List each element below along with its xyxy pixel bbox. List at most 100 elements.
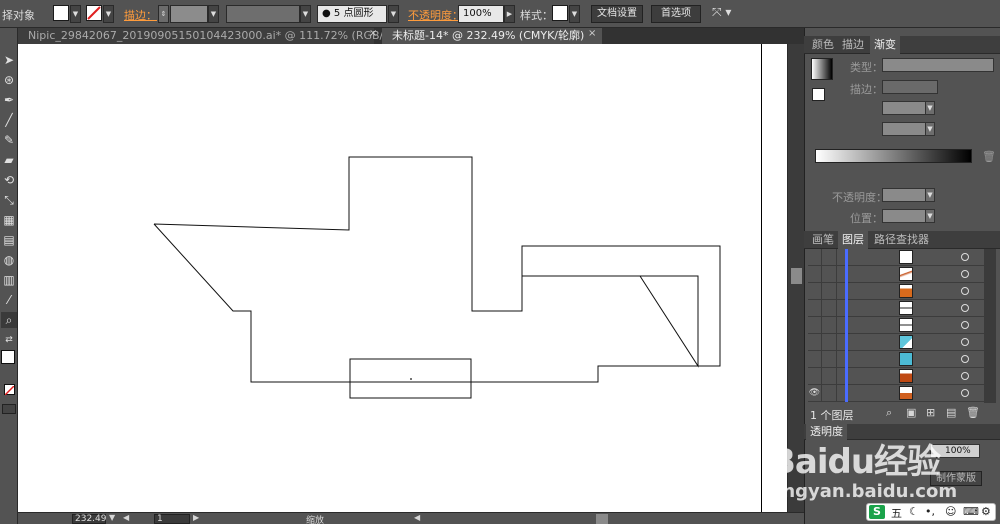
tab-layers[interactable]: 图层 (838, 231, 868, 249)
doc-setup-button[interactable]: 文档设置 (591, 5, 643, 23)
lock-toggle[interactable] (823, 368, 837, 385)
stroke-weight-dropdown[interactable]: ▼ (208, 5, 219, 23)
tab-document-1[interactable]: Nipic_29842067_20190905150104423000.ai* … (18, 28, 410, 44)
eyedropper-tool-icon[interactable]: ⁄ (1, 292, 17, 308)
new-layer-icon[interactable]: ▤ (946, 406, 956, 419)
opacity-dropdown[interactable]: ▶ (504, 5, 515, 23)
close-icon[interactable]: × (588, 28, 596, 39)
transform-icon[interactable]: ⤧ ▾ (712, 5, 731, 20)
layer-row[interactable] (808, 266, 984, 283)
next-page-icon[interactable]: ▶ (193, 513, 199, 522)
stroke-dropdown[interactable]: ▼ (103, 5, 114, 23)
target-icon[interactable] (961, 321, 969, 329)
lock-toggle[interactable] (823, 317, 837, 334)
scroll-left-icon[interactable]: ◀ (414, 513, 420, 522)
target-icon[interactable] (961, 389, 969, 397)
canvas-scroll-thumb[interactable] (791, 268, 802, 284)
gradient-preview[interactable] (811, 58, 833, 80)
tab-gradient[interactable]: 渐变 (870, 36, 900, 54)
brush-dropdown[interactable]: ▼ (388, 5, 399, 23)
tab-stroke[interactable]: 描边 (838, 36, 868, 54)
brush-definition[interactable]: ● 5 点圆形 (317, 5, 387, 23)
stroke-swatch[interactable] (86, 5, 102, 21)
target-icon[interactable] (961, 253, 969, 261)
ime-mode[interactable]: 五 (891, 505, 902, 521)
layer-row[interactable]: 👁 (808, 385, 984, 402)
graph-tool-icon[interactable]: ▦ (1, 212, 17, 228)
layer-row[interactable] (808, 334, 984, 351)
close-icon[interactable]: × (369, 28, 377, 39)
stroke-weight-field[interactable] (170, 5, 208, 23)
scale-tool-icon[interactable]: ⤡ (1, 192, 17, 208)
punctuation-icon[interactable]: •, (925, 505, 935, 518)
eye-icon[interactable] (808, 351, 822, 368)
fill-swatch[interactable] (53, 5, 69, 21)
delete-layer-icon[interactable]: 🗑 (966, 406, 980, 419)
pen-tool-icon[interactable]: ✒ (1, 92, 17, 108)
eye-icon[interactable] (808, 283, 822, 300)
fill-dropdown[interactable]: ▼ (70, 5, 81, 23)
gradient-type-dropdown[interactable] (882, 58, 994, 72)
stroke-gradient-options[interactable] (882, 80, 938, 94)
aspect-field[interactable] (882, 122, 926, 136)
horizontal-scroll-thumb[interactable] (596, 514, 608, 524)
aspect-dropdown[interactable]: ▼ (925, 122, 935, 136)
style-dropdown[interactable]: ▼ (569, 5, 580, 23)
prev-page-icon[interactable]: ◀ (123, 513, 129, 522)
none-color-icon[interactable] (4, 384, 15, 396)
angle-field[interactable] (882, 101, 926, 115)
target-icon[interactable] (961, 372, 969, 380)
eye-icon[interactable] (808, 334, 822, 351)
keyboard-icon[interactable]: ⌨ (963, 505, 979, 518)
lock-toggle[interactable] (823, 283, 837, 300)
target-icon[interactable] (961, 304, 969, 312)
layer-row[interactable] (808, 317, 984, 334)
layer-row[interactable] (808, 368, 984, 385)
new-sublayer-icon[interactable]: ⊞ (926, 406, 935, 419)
lock-toggle[interactable] (823, 385, 837, 402)
tab-pathfinder[interactable]: 路径查找器 (870, 231, 933, 249)
lock-toggle[interactable] (823, 334, 837, 351)
selection-tool-icon[interactable]: ➤ (1, 52, 17, 68)
stop-position-field[interactable] (882, 209, 926, 223)
gradient-slider[interactable] (815, 149, 972, 163)
target-icon[interactable] (961, 355, 969, 363)
column-graph-icon[interactable]: ▥ (1, 272, 17, 288)
lock-toggle[interactable] (823, 249, 837, 266)
target-icon[interactable] (961, 287, 969, 295)
lock-toggle[interactable] (823, 351, 837, 368)
gradient-tool-icon[interactable]: ▤ (1, 232, 17, 248)
line-tool-icon[interactable]: ╱ (1, 112, 17, 128)
rotate-tool-icon[interactable]: ⟲ (1, 172, 17, 188)
style-swatch[interactable] (552, 5, 568, 21)
direct-selection-icon[interactable]: ⊛ (1, 72, 17, 88)
eye-icon[interactable] (808, 317, 822, 334)
lock-toggle[interactable] (823, 266, 837, 283)
opacity-label[interactable]: 不透明度： (408, 7, 463, 23)
layer-row[interactable] (808, 249, 984, 266)
stop-position-dropdown[interactable]: ▼ (925, 209, 935, 223)
tab-brushes[interactable]: 画笔 (808, 231, 838, 249)
main-outline-path[interactable] (153, 156, 721, 383)
variable-width-profile[interactable] (226, 5, 300, 23)
zoom-tool-icon[interactable]: ⌕ (1, 312, 17, 328)
profile-dropdown[interactable]: ▼ (300, 5, 311, 23)
stroke-label[interactable]: 描边： (124, 7, 157, 23)
preferences-button[interactable]: 首选项 (651, 5, 701, 23)
eraser-tool-icon[interactable]: ▰ (1, 152, 17, 168)
fill-color-box[interactable] (1, 350, 15, 364)
make-clip-mask-icon[interactable]: ▣ (906, 406, 916, 419)
locate-object-icon[interactable]: ⌕ (886, 406, 892, 420)
lock-toggle[interactable] (823, 300, 837, 317)
tab-document-2[interactable]: 未标题-14* @ 232.49% (CMYK/轮廓) (382, 28, 602, 44)
stop-opacity-dropdown[interactable]: ▼ (925, 188, 935, 202)
eye-icon[interactable] (808, 249, 822, 266)
shape-builder-icon[interactable]: ◍ (1, 252, 17, 268)
canvas[interactable] (18, 44, 787, 512)
ime-toolbar[interactable]: S 五 ☾ •, ☺ ⌨ ⚙ (866, 503, 996, 521)
stroke-weight-stepper[interactable]: ⇕ (158, 5, 169, 23)
page-field[interactable]: 1 (154, 514, 190, 524)
settings-icon[interactable]: ⚙ (981, 505, 991, 518)
layer-row[interactable] (808, 300, 984, 317)
screen-mode-icon[interactable] (2, 404, 16, 414)
